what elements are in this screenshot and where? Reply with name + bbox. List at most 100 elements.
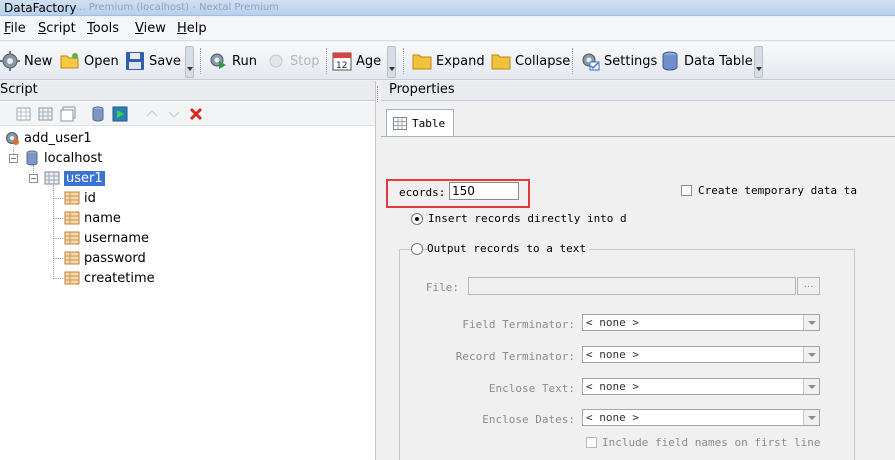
records-label: ecords: (399, 186, 446, 199)
menu-tools[interactable]: Tools (87, 21, 119, 36)
menu-help[interactable]: Help (177, 21, 207, 36)
enclose-dates-select[interactable]: < none > (582, 409, 820, 426)
tree-node-field[interactable]: password (64, 249, 146, 267)
field-icon (64, 210, 80, 226)
tree-line (53, 238, 63, 239)
stop-gear-icon (266, 51, 286, 71)
menu-script[interactable]: Script (38, 21, 76, 36)
toolbar-overflow-grip[interactable] (754, 46, 763, 78)
tree-collapse-toggle[interactable]: − (9, 154, 18, 163)
output-text-radio[interactable] (411, 243, 423, 255)
tree-node-server[interactable]: localhost (24, 149, 102, 167)
tree-collapse-toggle[interactable]: − (29, 174, 38, 183)
tree-line (53, 258, 63, 259)
insert-records-radio[interactable] (411, 213, 423, 225)
run-script-icon[interactable] (112, 106, 128, 122)
tree-node-field[interactable]: username (64, 229, 149, 247)
table-properties-content: ecords: 150 Create temporary data ta Ins… (381, 136, 895, 460)
script-panel: Script add_user1 − localhost − user1 id … (0, 81, 376, 460)
collapse-button[interactable]: Collapse (491, 49, 570, 73)
settings-button[interactable]: Settings (580, 49, 657, 73)
script-panel-header: Script (0, 81, 375, 101)
window-title: DataFactory (4, 1, 77, 15)
tree-node-field[interactable]: name (64, 209, 121, 227)
gear-new-icon (0, 51, 20, 71)
tree-node-field[interactable]: createtime (64, 269, 155, 287)
svg-text:12: 12 (336, 61, 347, 71)
toolbar-separator (403, 48, 405, 74)
table-grid-icon (393, 117, 407, 130)
tree-node-table[interactable]: user1 (44, 169, 105, 187)
toolbar-overflow-grip[interactable] (387, 46, 396, 78)
grid-icon[interactable] (16, 106, 32, 122)
properties-panel-header: Properties (381, 81, 895, 101)
toolbar-separator (326, 48, 328, 74)
field-icon (64, 230, 80, 246)
folder-icon (491, 51, 511, 71)
enclose-text-label: Enclose Text: (488, 382, 575, 395)
file-path-input[interactable] (468, 277, 796, 295)
main-toolbar: New Open Save Run Stop 12 Age Expand Col… (0, 42, 895, 80)
field-terminator-select[interactable]: < none > (582, 314, 820, 331)
menu-bar: File Script Tools View Help (0, 17, 895, 41)
record-terminator-label: Record Terminator: (455, 350, 575, 363)
move-down-icon[interactable] (166, 106, 182, 122)
field-terminator-label: Field Terminator: (462, 318, 575, 331)
file-label: File: (425, 281, 459, 294)
tree-node-field[interactable]: id (64, 189, 96, 207)
create-temp-table-checkbox[interactable] (681, 185, 692, 196)
calendar-icon: 12 (332, 51, 352, 71)
database-server-icon (24, 150, 40, 166)
expand-button[interactable]: Expand (412, 49, 485, 73)
menu-view[interactable]: View (135, 21, 166, 36)
menu-file[interactable]: File (4, 21, 26, 36)
field-icon (64, 270, 80, 286)
age-button[interactable]: 12 Age (332, 49, 381, 73)
tab-table[interactable]: Table (386, 109, 454, 137)
tree-line (53, 185, 54, 279)
record-terminator-select[interactable]: < none > (582, 346, 820, 363)
tree-node-script[interactable]: add_user1 (4, 129, 92, 147)
chevron-down-icon (803, 347, 819, 362)
properties-panel: Properties Table ecords: 150 Create temp… (381, 81, 895, 460)
field-icon (64, 190, 80, 206)
title-bar: DataFactory ... Premium (localhost) - Ne… (0, 0, 895, 16)
settings-gear-icon (580, 51, 600, 71)
records-input[interactable]: 150 (449, 182, 519, 200)
stop-button[interactable]: Stop (266, 49, 320, 73)
browse-file-button[interactable]: ... (797, 277, 820, 295)
database-icon (660, 51, 680, 71)
delete-icon[interactable] (188, 106, 204, 122)
data-table-button[interactable]: Data Table (660, 49, 753, 73)
chevron-down-icon (803, 315, 819, 330)
run-button[interactable]: Run (208, 49, 257, 73)
table-grid-icon (44, 170, 60, 186)
panel-splitter[interactable] (377, 86, 380, 102)
toolbar-overflow-grip[interactable] (185, 46, 194, 78)
script-toolbar (0, 102, 375, 126)
output-text-label: Output records to a text (427, 242, 589, 255)
open-button[interactable]: Open (60, 49, 119, 73)
tree-line (53, 198, 63, 199)
script-gear-icon (4, 130, 20, 146)
move-up-icon[interactable] (144, 106, 160, 122)
save-button[interactable]: Save (125, 49, 181, 73)
include-field-names-label: Include field names on first line (602, 436, 821, 449)
table-icon[interactable] (38, 106, 54, 122)
chevron-down-icon (803, 379, 819, 394)
database-icon[interactable] (90, 106, 106, 122)
new-button[interactable]: New (0, 49, 52, 73)
toolbar-separator (200, 48, 202, 74)
tables-icon[interactable] (60, 106, 76, 122)
insert-records-label: Insert records directly into d (428, 212, 627, 225)
include-field-names-checkbox[interactable] (586, 437, 597, 448)
create-temp-table-label: Create temporary data ta (698, 184, 857, 197)
floppy-disk-icon (125, 51, 145, 71)
chevron-down-icon (803, 410, 819, 425)
enclose-text-select[interactable]: < none > (582, 378, 820, 395)
run-gear-icon (208, 51, 228, 71)
tree-line (53, 278, 63, 279)
toolbar-separator (572, 48, 574, 74)
folder-icon (412, 51, 432, 71)
field-icon (64, 250, 80, 266)
